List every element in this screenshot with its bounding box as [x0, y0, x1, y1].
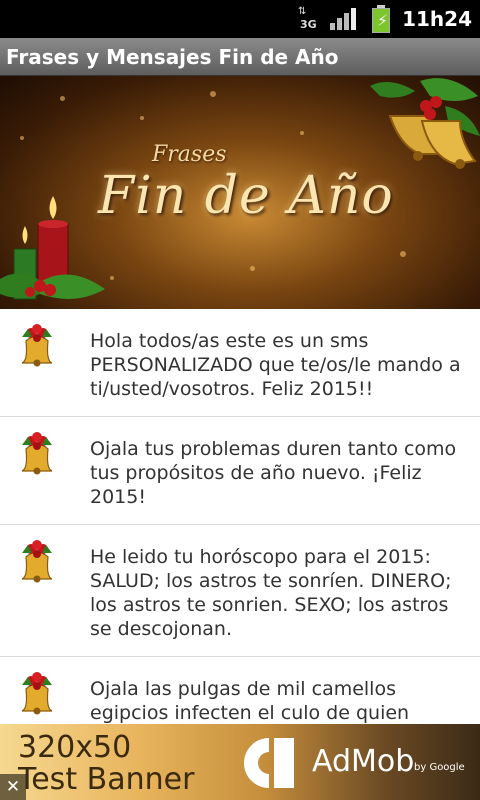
app-title-bar: Frases y Mensajes Fin de Año — [0, 38, 480, 76]
admob-brand: AdMob — [312, 744, 415, 779]
message-text: He leido tu horóscopo para el 2015: SALU… — [90, 546, 452, 640]
app-title: Frases y Mensajes Fin de Año — [6, 45, 339, 69]
message-text: Ojala las pulgas de mil camellos egipcio… — [90, 678, 410, 724]
banner-title: Fin de Año — [98, 166, 394, 226]
admob-logo-icon — [243, 738, 294, 788]
signal-icon — [330, 8, 358, 30]
battery-charging-icon: ⚡ — [370, 5, 392, 33]
bell-icon — [21, 540, 53, 583]
message-text: Hola todos/as este es un sms PERSONALIZA… — [90, 330, 461, 400]
clock: 11h24 — [402, 7, 472, 31]
message-list: Hola todos/as este es un sms PERSONALIZA… — [0, 309, 480, 765]
ad-test-label: Test Banner — [18, 762, 195, 797]
network-label: 3G — [300, 18, 317, 31]
candles-holly-icon — [0, 196, 105, 300]
ad-banner[interactable]: 320x50 Test Banner AdMob by Google ✕ — [0, 724, 480, 800]
banner-subtitle: Frases — [152, 142, 227, 167]
bell-icon — [21, 432, 53, 475]
list-item[interactable]: He leido tu horóscopo para el 2015: SALU… — [0, 525, 480, 657]
network-3g-icon: ⇅ 3G — [298, 6, 320, 32]
ad-size-label: 320x50 — [18, 730, 132, 765]
list-item[interactable]: Ojala tus problemas duren tanto como tus… — [0, 417, 480, 525]
close-icon[interactable]: ✕ — [0, 774, 26, 800]
admob-byline: by Google — [414, 762, 465, 773]
bell-icon — [21, 324, 53, 367]
status-bar: ⇅ 3G ⚡ 11h24 — [0, 0, 480, 38]
bell-icon — [21, 672, 53, 715]
message-text: Ojala tus problemas duren tanto como tus… — [90, 438, 457, 508]
header-banner: Frases Fin de Año — [0, 76, 480, 309]
list-item[interactable]: Hola todos/as este es un sms PERSONALIZA… — [0, 309, 480, 417]
data-arrows-icon: ⇅ — [298, 6, 306, 17]
